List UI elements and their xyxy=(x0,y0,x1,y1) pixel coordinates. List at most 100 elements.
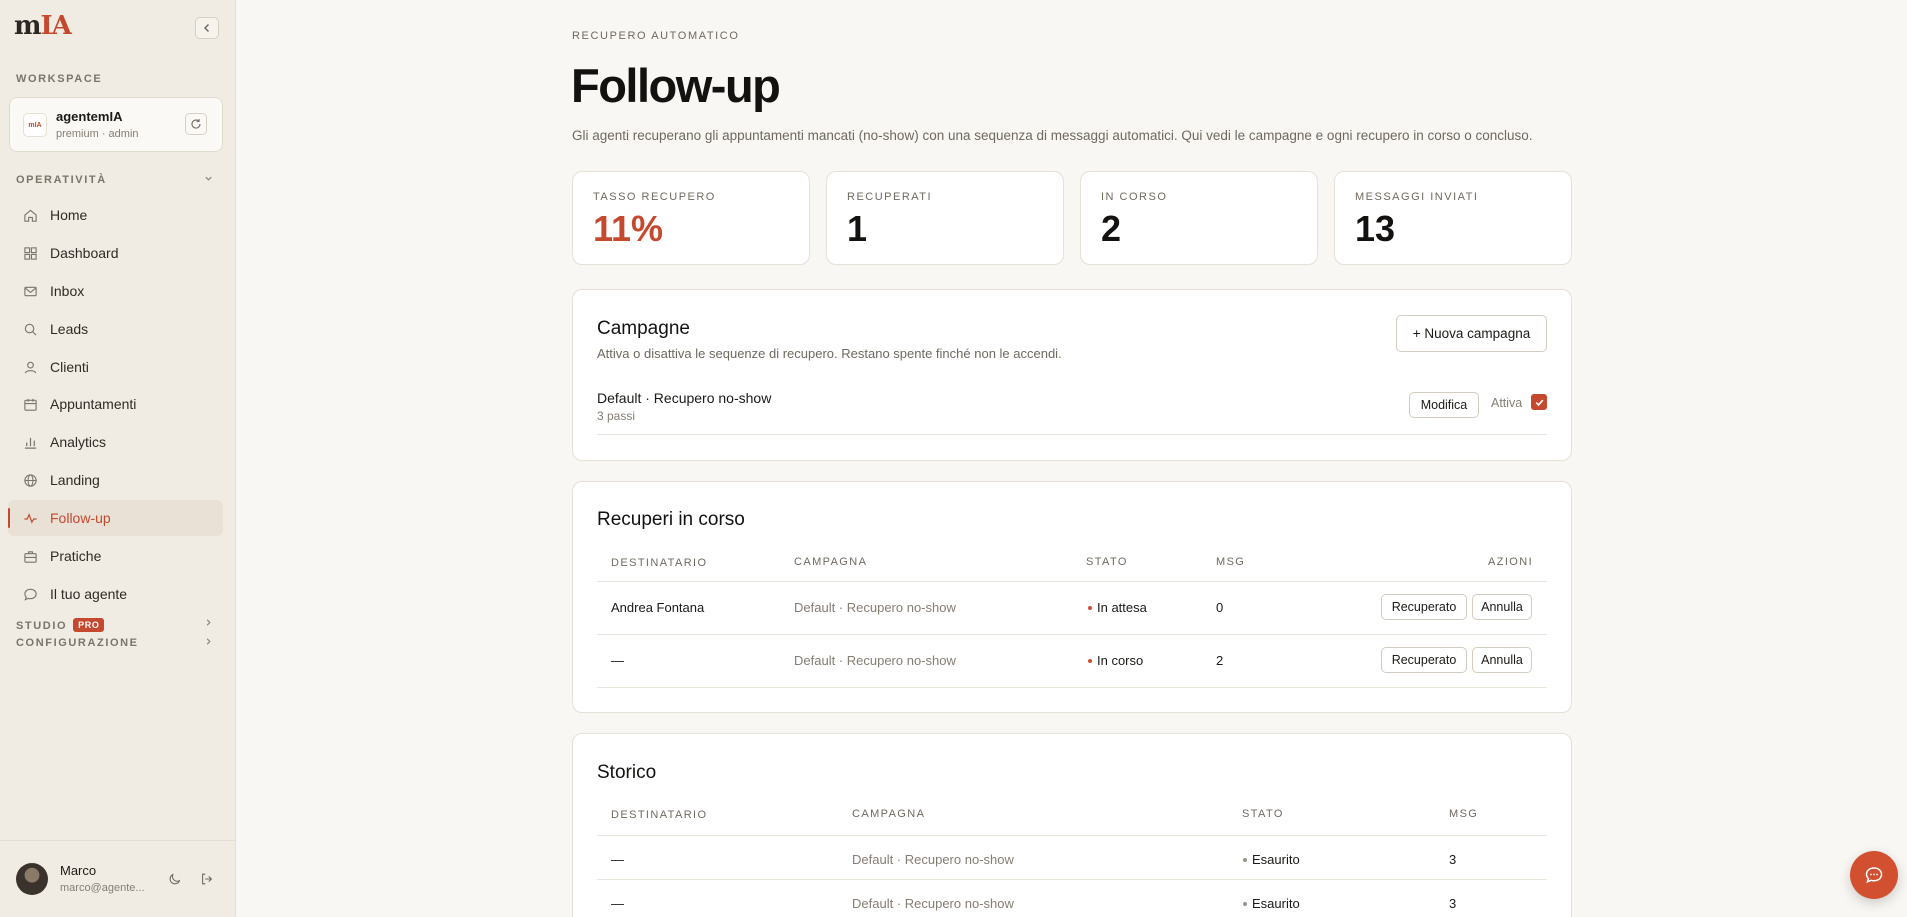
sidebar-item-landing[interactable]: Landing xyxy=(8,462,223,498)
campaigns-subtitle: Attiva o disattiva le sequenze di recupe… xyxy=(597,346,1062,361)
status-dot xyxy=(1088,658,1092,663)
column-header-msg: MSG xyxy=(1216,556,1246,568)
cell-campaign: Default · Recupero no-show xyxy=(852,852,1014,867)
history-title: Storico xyxy=(597,762,657,783)
configurazione-label[interactable]: CONFIGURAZIONE xyxy=(16,637,139,649)
edit-campaign-button[interactable]: Modifica xyxy=(1409,392,1479,418)
sidebar-item-label: Dashboard xyxy=(50,245,119,261)
cell-msg: 3 xyxy=(1449,852,1457,867)
briefcase-icon xyxy=(22,548,38,564)
chat-icon xyxy=(22,586,38,602)
collapse-sidebar-button[interactable] xyxy=(195,17,219,39)
cell-campaign: Default · Recupero no-show xyxy=(794,600,956,615)
status-dot xyxy=(1088,605,1092,610)
sidebar-item-dashboard[interactable]: Dashboard xyxy=(8,235,223,271)
sidebar-item-clienti[interactable]: Clienti xyxy=(8,349,223,385)
campaign-active-label: Attiva xyxy=(1491,396,1523,410)
chat-launcher-button[interactable] xyxy=(1850,851,1898,899)
status-badge: Esaurito xyxy=(1243,896,1300,911)
column-header-azioni: AZIONI xyxy=(1488,556,1534,568)
workspace-name: agentemIA xyxy=(56,109,123,124)
sidebar-item-label: Pratiche xyxy=(50,548,102,564)
workspace-refresh-button[interactable] xyxy=(185,113,207,135)
activity-icon xyxy=(22,510,38,526)
sidebar-item-home[interactable]: Home xyxy=(8,197,223,233)
check-icon xyxy=(1535,399,1543,406)
operativita-label[interactable]: OPERATIVITÀ xyxy=(16,174,107,186)
avatar[interactable] xyxy=(16,863,48,895)
user-icon xyxy=(22,359,38,375)
divider xyxy=(597,835,1547,836)
status-text: Esaurito xyxy=(1252,852,1300,867)
stat-label: IN CORSO xyxy=(1101,191,1168,203)
stat-label: TASSO RECUPERO xyxy=(593,191,716,203)
page-description: Gli agenti recuperano gli appuntamenti m… xyxy=(572,128,1533,143)
sidebar-item-il-tuo-agente[interactable]: Il tuo agente xyxy=(8,576,223,612)
column-header-msg: MSG xyxy=(1449,808,1479,820)
column-header-stato: STATO xyxy=(1086,556,1128,568)
status-text: In corso xyxy=(1097,653,1144,668)
status-badge: Esaurito xyxy=(1243,852,1300,867)
stat-card-in-corso: IN CORSO 2 xyxy=(1080,171,1318,265)
page-eyebrow: RECUPERO AUTOMATICO xyxy=(572,30,740,42)
sidebar-item-label: Appuntamenti xyxy=(50,396,137,412)
stat-value: 2 xyxy=(1101,208,1122,249)
sidebar-item-label: Leads xyxy=(50,321,89,337)
stat-value: 1 xyxy=(847,208,868,249)
cell-recipient: — xyxy=(611,653,624,668)
cell-recipient: — xyxy=(611,852,624,867)
sidebar-item-appuntamenti[interactable]: Appuntamenti xyxy=(8,386,223,422)
status-dot xyxy=(1243,857,1247,862)
campaigns-title: Campagne xyxy=(597,318,690,339)
divider xyxy=(597,634,1547,635)
stat-label: MESSAGGI INVIATI xyxy=(1355,191,1479,203)
chevron-right-icon[interactable] xyxy=(204,637,213,649)
sidebar-item-label: Home xyxy=(50,207,88,223)
calendar-icon xyxy=(22,396,38,412)
mark-recovered-button[interactable]: Recuperato xyxy=(1381,647,1467,673)
globe-icon xyxy=(22,472,38,488)
sidebar-item-analytics[interactable]: Analytics xyxy=(8,424,223,460)
refresh-icon xyxy=(191,119,201,129)
sidebar-item-pratiche[interactable]: Pratiche xyxy=(8,538,223,574)
campaign-active-checkbox[interactable] xyxy=(1531,394,1547,410)
column-header-campagna: CAMPAGNA xyxy=(852,808,926,820)
campaign-name: Default · Recupero no-show xyxy=(597,390,772,406)
workspace-avatar: mIA xyxy=(23,113,47,137)
workspace-switcher[interactable]: mIA agentemIA premium · admin xyxy=(9,97,223,152)
cell-msg: 2 xyxy=(1216,653,1224,668)
logo-part-1: m xyxy=(14,11,41,41)
app-logo[interactable]: mIA xyxy=(14,11,72,41)
cancel-button[interactable]: Annulla xyxy=(1472,647,1532,673)
status-dot xyxy=(1243,901,1247,906)
bar-chart-icon xyxy=(22,434,38,450)
sidebar: mIA WORKSPACE mIA agentemIA premium · ad… xyxy=(0,0,236,917)
studio-section[interactable]: STUDIO PRO xyxy=(16,618,105,632)
stat-value: 11% xyxy=(593,208,664,249)
cell-campaign: Default · Recupero no-show xyxy=(852,896,1014,911)
sidebar-item-inbox[interactable]: Inbox xyxy=(8,273,223,309)
mail-icon xyxy=(22,283,38,299)
campaign-steps: 3 passi xyxy=(597,409,636,423)
in-progress-card: Recuperi in corso DESTINATARIO CAMPAGNA … xyxy=(572,481,1572,713)
moon-icon[interactable] xyxy=(167,871,183,887)
sidebar-item-leads[interactable]: Leads xyxy=(8,311,223,347)
sidebar-item-label: Inbox xyxy=(50,283,85,299)
cancel-button[interactable]: Annulla xyxy=(1472,594,1532,620)
column-header-destinatario: DESTINATARIO xyxy=(611,809,708,821)
sidebar-item-follow-up[interactable]: Follow-up xyxy=(8,500,223,536)
status-text: Esaurito xyxy=(1252,896,1300,911)
user-area: Marco marco@agente... xyxy=(0,840,236,917)
stat-card-tasso-recupero: TASSO RECUPERO 11% xyxy=(572,171,810,265)
chevron-right-icon[interactable] xyxy=(204,618,213,630)
user-email: marco@agente... xyxy=(60,882,145,894)
new-campaign-button[interactable]: + Nuova campagna xyxy=(1396,315,1547,352)
stat-value: 13 xyxy=(1355,208,1396,249)
logout-icon[interactable] xyxy=(199,871,215,887)
stat-card-messaggi-inviati: MESSAGGI INVIATI 13 xyxy=(1334,171,1572,265)
divider xyxy=(597,879,1547,880)
column-header-destinatario: DESTINATARIO xyxy=(611,557,708,569)
chevron-down-icon[interactable] xyxy=(204,174,213,186)
mark-recovered-button[interactable]: Recuperato xyxy=(1381,594,1467,620)
sidebar-item-label: Landing xyxy=(50,472,100,488)
